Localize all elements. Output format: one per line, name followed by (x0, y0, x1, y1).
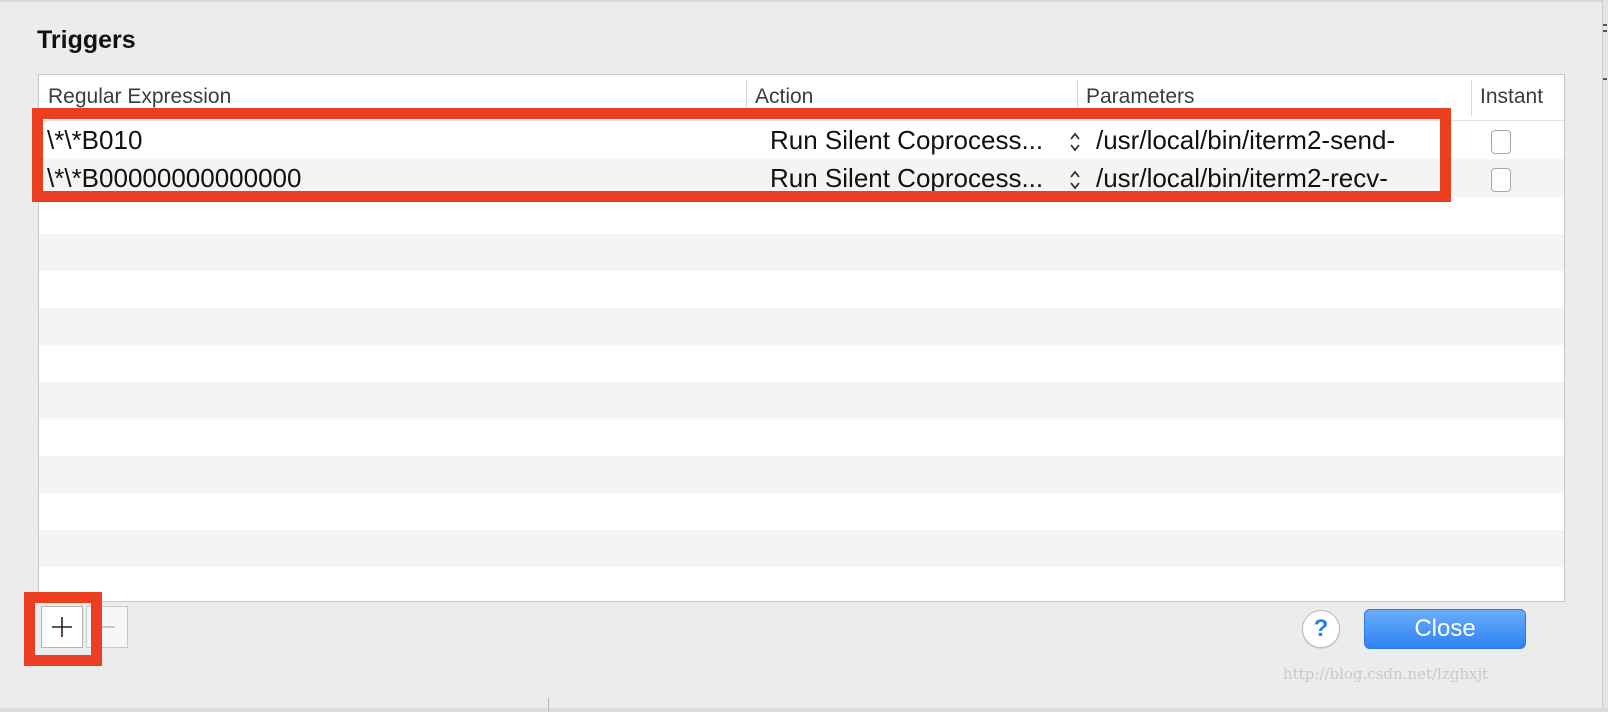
edge-tick (1603, 30, 1607, 32)
empty-row (39, 493, 1564, 531)
edge-divider (548, 698, 549, 712)
table-row[interactable]: \*\*B00000000000000 Run Silent Coprocess… (39, 159, 1564, 197)
parameters-cell[interactable]: /usr/local/bin/iterm2-send- (1096, 121, 1466, 159)
popup-chevrons-icon[interactable] (1069, 131, 1081, 153)
empty-row (39, 567, 1564, 601)
plus-icon (52, 617, 72, 637)
action-popup[interactable]: Run Silent Coprocess... (770, 159, 1065, 197)
empty-row (39, 271, 1564, 309)
window-top-edge (0, 0, 1608, 2)
add-trigger-button[interactable] (41, 606, 83, 648)
window-bottom-edge (0, 698, 1608, 712)
table-row[interactable]: \*\*B010 Run Silent Coprocess... /usr/lo… (39, 121, 1564, 159)
column-header-instant[interactable]: Instant (1471, 75, 1564, 121)
dialog-title: Triggers (37, 26, 136, 54)
empty-row (39, 197, 1564, 235)
instant-checkbox[interactable] (1491, 130, 1511, 154)
empty-row (39, 456, 1564, 494)
column-header-action[interactable]: Action (746, 75, 1077, 121)
regex-cell[interactable]: \*\*B00000000000000 (47, 159, 737, 197)
column-header-regular-expression[interactable]: Regular Expression (39, 75, 746, 121)
empty-row (39, 419, 1564, 457)
action-popup[interactable]: Run Silent Coprocess... (770, 121, 1065, 159)
table-header: Regular Expression Action Parameters Ins… (39, 75, 1564, 121)
minus-icon (99, 626, 115, 628)
help-button[interactable]: ? (1302, 610, 1340, 648)
empty-row (39, 234, 1564, 272)
parameters-cell[interactable]: /usr/local/bin/iterm2-recv- (1096, 159, 1466, 197)
remove-trigger-button[interactable] (86, 606, 128, 648)
triggers-table[interactable]: Regular Expression Action Parameters Ins… (38, 74, 1565, 602)
regex-cell[interactable]: \*\*B010 (47, 121, 737, 159)
empty-row (39, 308, 1564, 346)
window-resize-edge[interactable] (1602, 0, 1608, 712)
close-button[interactable]: Close (1364, 609, 1526, 649)
edge-tick (1603, 24, 1607, 26)
watermark: http://blog.csdn.net/lzghxjt (1283, 665, 1489, 683)
edge-tick (1603, 78, 1607, 80)
empty-row (39, 345, 1564, 383)
popup-chevrons-icon[interactable] (1069, 169, 1081, 191)
instant-checkbox[interactable] (1491, 168, 1511, 192)
empty-row (39, 382, 1564, 420)
column-header-parameters[interactable]: Parameters (1077, 75, 1471, 121)
empty-row (39, 530, 1564, 568)
